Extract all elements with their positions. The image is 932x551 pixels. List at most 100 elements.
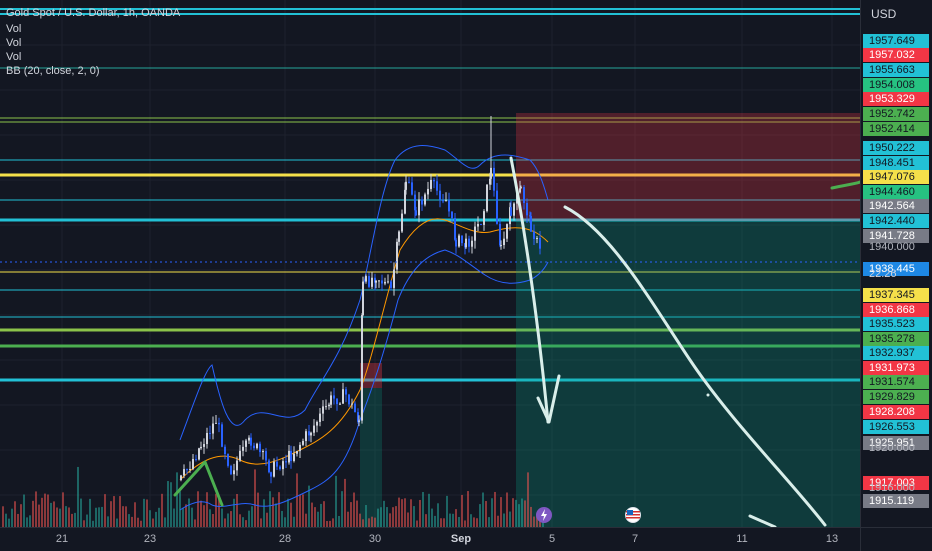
volume-bar	[182, 507, 184, 527]
volume-bar	[254, 469, 256, 527]
candle-body	[454, 218, 456, 240]
currency-label[interactable]: USD	[871, 7, 896, 21]
candle-body	[183, 469, 185, 476]
volume-indicator-1[interactable]: Vol	[6, 22, 21, 36]
volume-bar	[488, 517, 490, 527]
bollinger-indicator[interactable]: BB (20, close, 2, 0)	[6, 64, 100, 78]
candle-body	[436, 181, 438, 191]
candle-body	[290, 450, 292, 462]
volume-bar	[155, 511, 157, 527]
candle-body	[520, 187, 522, 189]
candle-body	[342, 389, 344, 404]
lightning-icon[interactable]	[536, 507, 552, 523]
chart-canvas[interactable]	[0, 0, 860, 527]
volume-bar	[392, 507, 394, 527]
volume-bar	[11, 508, 13, 527]
candle-body	[368, 276, 370, 287]
volume-bar	[401, 499, 403, 527]
candle-body	[212, 423, 214, 434]
candle-body	[523, 187, 525, 204]
candle-body	[268, 460, 270, 473]
candle-body	[445, 200, 447, 202]
volume-bar	[89, 498, 91, 527]
candle-body	[451, 211, 453, 219]
candle-body	[405, 181, 407, 190]
price-axis[interactable]: USD 1957.649 1957.032 1955.663 1954.008 1953…	[860, 0, 932, 527]
volume-bar	[161, 493, 163, 527]
candle-body	[256, 443, 258, 449]
volume-bar	[320, 503, 322, 527]
volume-bar	[278, 492, 280, 527]
volume-bar	[269, 491, 271, 527]
volume-bar	[290, 502, 292, 527]
candle-body	[319, 413, 321, 422]
time-axis[interactable]: 21 23 28 30 Sep 5 7 11 13	[0, 527, 860, 551]
volume-bar	[365, 505, 367, 527]
candle-body	[186, 469, 188, 471]
volume-bar	[206, 492, 208, 527]
candle-body	[316, 421, 318, 426]
candle-body	[253, 445, 255, 449]
symbol-title[interactable]: Gold Spot / U.S. Dollar, 1h, OANDA	[6, 6, 180, 20]
candle-body	[348, 394, 350, 405]
candle-body	[415, 210, 417, 216]
us-flag-icon[interactable]	[625, 507, 641, 523]
candle-body	[262, 451, 264, 453]
candle-body	[503, 238, 505, 246]
price-tag: 1957.032	[863, 48, 929, 62]
candle-body	[224, 446, 226, 455]
volume-bar	[134, 502, 136, 527]
volume-bar	[14, 501, 16, 527]
volume-bar	[170, 482, 172, 527]
candle-body	[526, 203, 528, 216]
volume-bar	[332, 518, 334, 527]
candle-body	[227, 454, 229, 466]
candle-body	[439, 190, 441, 201]
volume-bar	[203, 505, 205, 527]
candle-body	[218, 422, 220, 425]
candle-body	[203, 444, 205, 447]
volume-bar	[404, 498, 406, 527]
small-zone-green	[360, 388, 382, 527]
candle-body	[536, 238, 538, 240]
volume-indicator-2[interactable]: Vol	[6, 36, 21, 50]
volume-bar	[509, 511, 511, 527]
volume-bar	[209, 509, 211, 527]
axis-corner	[860, 527, 932, 551]
candle-body	[250, 437, 252, 446]
price-tag: 1955.663	[863, 63, 929, 77]
volume-bar	[377, 508, 379, 527]
candle-body	[345, 389, 347, 395]
volume-bar	[461, 494, 463, 527]
candle-body	[230, 465, 232, 475]
volume-bar	[245, 520, 247, 527]
price-tag: 1952.414	[863, 122, 929, 136]
volume-bar	[137, 517, 139, 527]
volume-bar	[65, 506, 67, 527]
price-tag: 1944.460	[863, 185, 929, 199]
volume-bar	[284, 517, 286, 527]
candle-body	[296, 451, 298, 454]
candle-body	[302, 440, 304, 445]
volume-bar	[371, 516, 373, 527]
volume-bar	[26, 517, 28, 527]
candle-body	[333, 395, 335, 399]
volume-bar	[131, 516, 133, 527]
volume-bar	[95, 507, 97, 527]
volume-bar	[173, 508, 175, 527]
volume-bar	[482, 492, 484, 527]
volume-bar	[368, 518, 370, 527]
volume-bar	[176, 472, 178, 527]
candle-body	[471, 240, 473, 247]
volume-indicator-3[interactable]: Vol	[6, 50, 21, 64]
volume-bar	[434, 515, 436, 527]
candle-body	[288, 450, 290, 463]
candle-body	[486, 184, 488, 212]
candle-body	[325, 406, 327, 408]
volume-bar	[83, 520, 85, 527]
volume-bar	[23, 494, 25, 527]
candle-body	[442, 200, 444, 202]
candle-body	[477, 223, 479, 227]
volume-bar	[344, 478, 346, 527]
volume-bar	[32, 500, 34, 527]
